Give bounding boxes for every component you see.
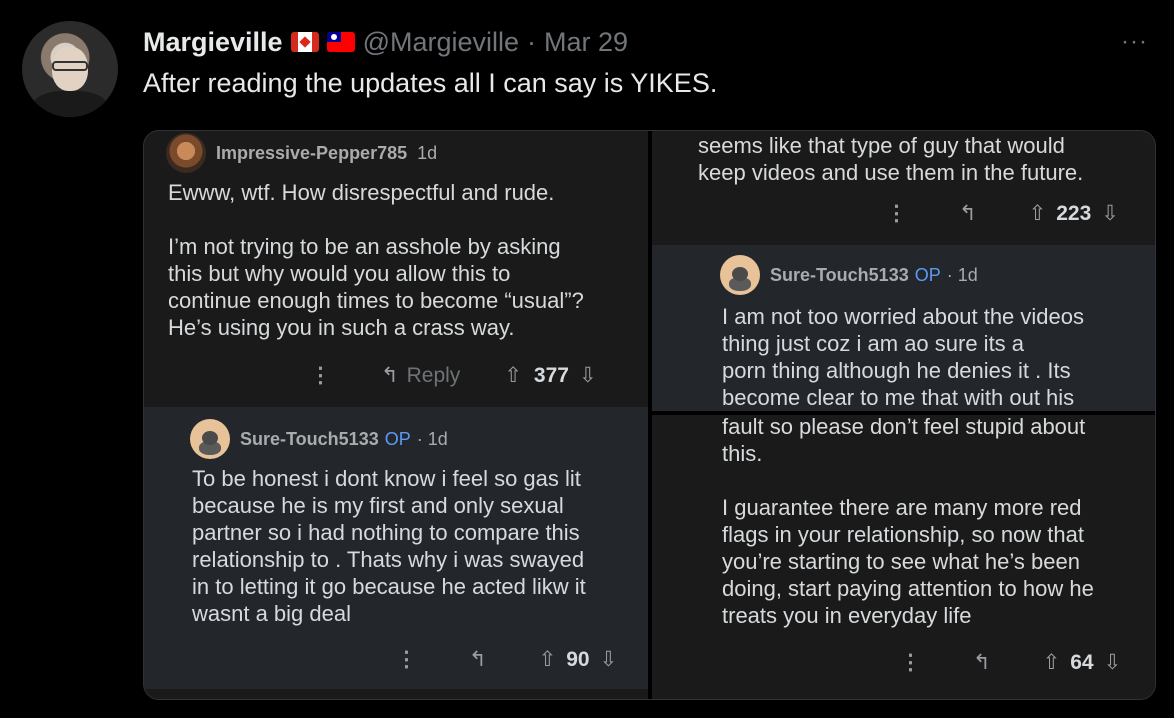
- reply-username: Sure-Touch5133: [770, 264, 909, 285]
- vote-count: 64: [1070, 650, 1094, 674]
- tweet-header: Margieville @Margieville · Mar 29: [143, 26, 628, 58]
- avatar-shirt: [32, 91, 108, 117]
- bottom-comment-actions: ⋮ ↰ ⇧ 64 ⇩: [900, 650, 1121, 675]
- meta-separator: ·: [527, 26, 537, 57]
- reply-header: Sure-Touch5133 OP · 1d: [720, 255, 978, 295]
- more-dots-icon: ⋮: [310, 364, 331, 387]
- tweet-date[interactable]: Mar 29: [544, 27, 628, 58]
- more-options-icon[interactable]: ···: [1121, 28, 1148, 56]
- op-badge: OP: [914, 264, 941, 285]
- vote-count: 90: [566, 647, 590, 671]
- comment-actions: ⋮ ↰ Reply ⇧ 377 ⇩: [310, 363, 597, 388]
- comment-body: Ewww, wtf. How disrespectful and rude. I…: [168, 180, 584, 340]
- reply-label: Reply: [406, 363, 461, 387]
- reply-username: Sure-Touch5133: [240, 428, 379, 449]
- author-name[interactable]: Margieville: [143, 27, 283, 58]
- upvote-icon: ⇧: [504, 364, 522, 387]
- downvote-icon: ⇩: [599, 648, 618, 671]
- top-comment-actions: ⋮ ↰ ⇧ 223 ⇩: [886, 201, 1119, 226]
- reply-actions: ⋮ ↰ ⇧ 90 ⇩: [396, 647, 617, 672]
- right-screenshot: seems like that type of guy that would k…: [652, 131, 1155, 699]
- more-dots-icon: ⋮: [396, 648, 417, 671]
- vote-count: 223: [1056, 201, 1092, 225]
- tweet-media[interactable]: Impressive-Pepper785 1d Ewww, wtf. How d…: [143, 130, 1156, 700]
- comment-username: Impressive-Pepper785: [216, 142, 408, 163]
- reply-arrow-icon: ↰: [469, 648, 487, 671]
- tweet-text: After reading the updates all I can say …: [143, 68, 718, 98]
- reply-age: · 1d: [416, 428, 448, 449]
- op-reply-block: Sure-Touch5133 OP · 1d To be honest i do…: [144, 407, 648, 689]
- canada-flag-icon: [290, 32, 319, 52]
- downvote-icon: ⇩: [1103, 651, 1122, 674]
- upvote-icon: ⇧: [1028, 202, 1047, 225]
- op-badge: OP: [384, 428, 411, 449]
- more-dots-icon: ⋮: [886, 202, 907, 225]
- bottom-comment-body: fault so please don’t feel stupid about …: [722, 414, 1094, 628]
- op-reply-block: Sure-Touch5133 OP · 1d I am not too worr…: [652, 245, 1155, 411]
- reply-arrow-icon: ↰: [959, 202, 977, 225]
- more-dots-icon: ⋮: [900, 651, 921, 674]
- user-avatar-icon: [720, 255, 760, 295]
- reply-body: To be honest i dont know i feel so gas l…: [192, 466, 586, 626]
- reply-body: I am not too worried about the videos th…: [722, 304, 1084, 410]
- top-comment-body: seems like that type of guy that would k…: [698, 133, 1084, 185]
- taiwan-flag-icon: [326, 32, 355, 52]
- comment-age: 1d: [417, 142, 438, 163]
- profile-avatar[interactable]: [22, 21, 118, 117]
- upvote-icon: ⇧: [538, 648, 557, 671]
- reply-arrow-icon: ↰: [973, 651, 991, 674]
- downvote-icon: ⇩: [1101, 202, 1119, 225]
- left-screenshot: Impressive-Pepper785 1d Ewww, wtf. How d…: [144, 131, 648, 699]
- vote-count: 377: [533, 363, 569, 387]
- downvote-icon: ⇩: [578, 364, 597, 387]
- reply-arrow-icon: ↰: [381, 364, 399, 387]
- next-comment-edge: [144, 691, 648, 699]
- comment-header: Impressive-Pepper785 1d: [166, 133, 437, 173]
- upvote-icon: ⇧: [1042, 651, 1061, 674]
- user-avatar-icon: [190, 419, 230, 459]
- reply-header: Sure-Touch5133 OP · 1d: [190, 419, 448, 459]
- reply-age: · 1d: [946, 264, 978, 285]
- avatar-glasses: [52, 61, 88, 71]
- author-handle[interactable]: @Margieville: [363, 27, 519, 58]
- user-avatar-icon: [166, 133, 206, 173]
